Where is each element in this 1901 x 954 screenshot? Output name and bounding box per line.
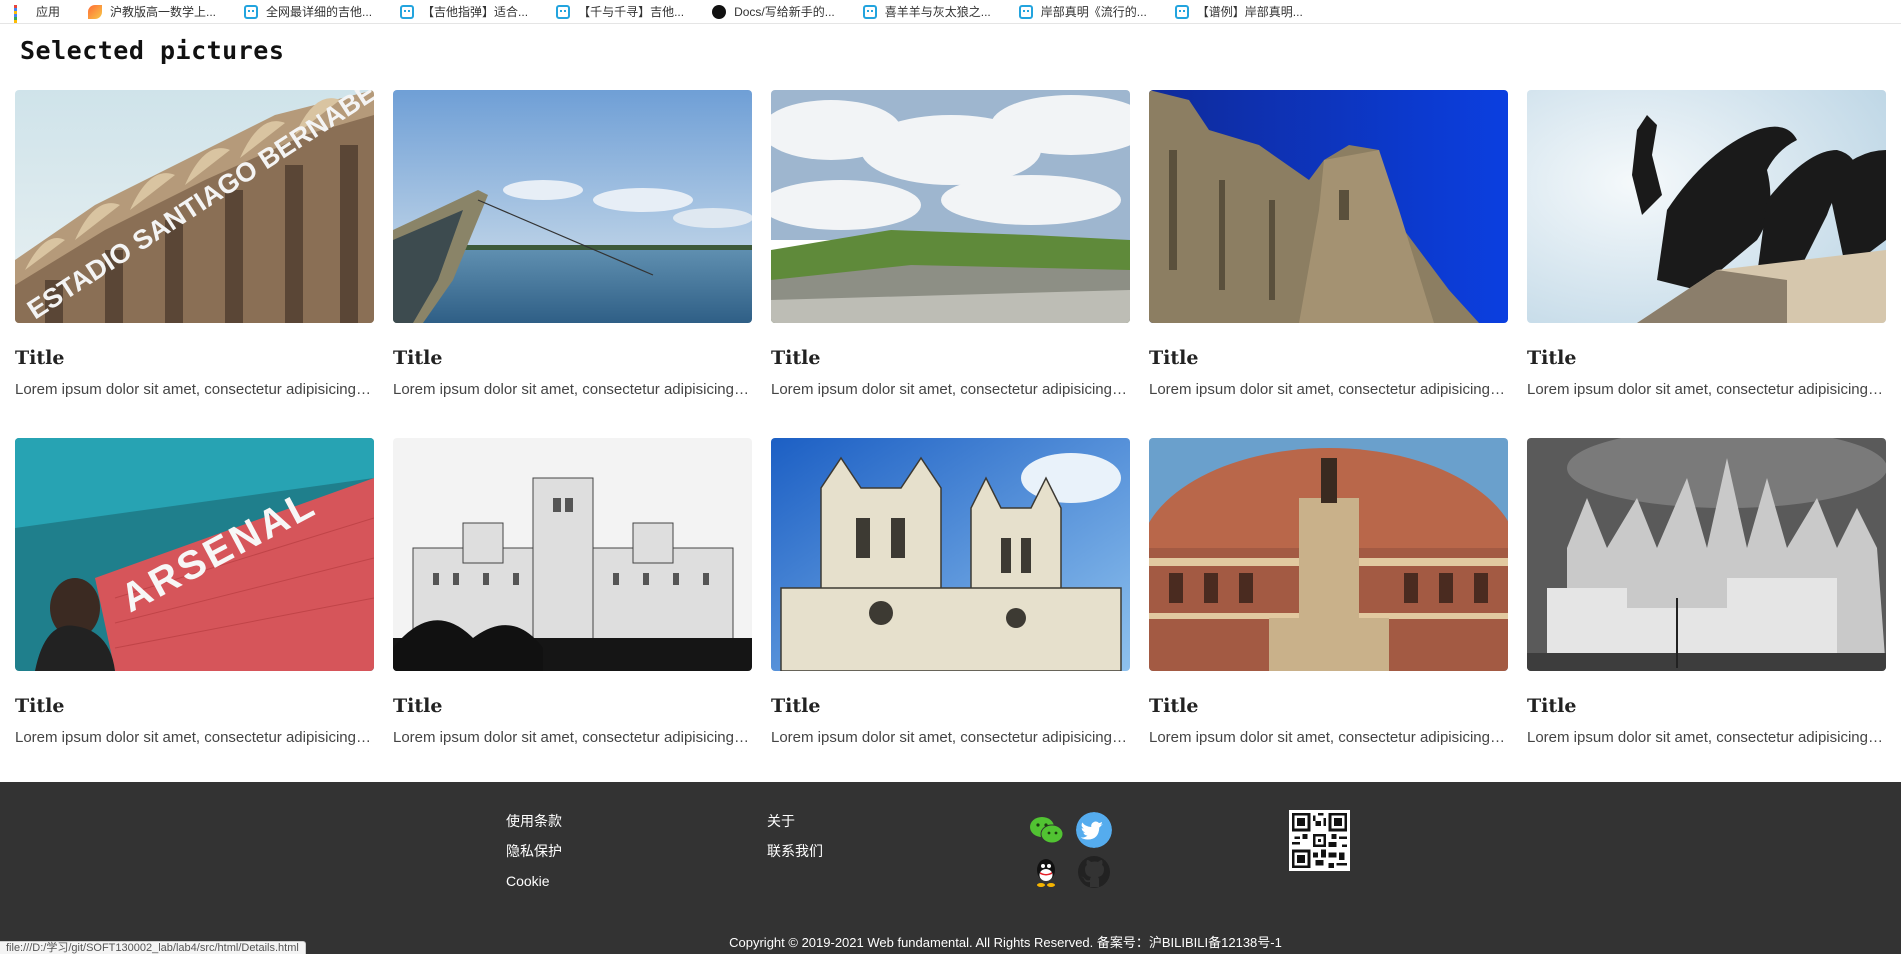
card-description: Lorem ipsum dolor sit amet, consectetur … xyxy=(1149,729,1508,746)
bookmark-label: 【谱例】岸部真明... xyxy=(1196,5,1303,19)
github-icon[interactable] xyxy=(1076,854,1112,890)
arsenal-stadium-photo[interactable]: ARSENAL xyxy=(15,438,374,671)
horse-statue-photo[interactable] xyxy=(1527,90,1886,323)
bookmark-label: 喜羊羊与灰太狼之... xyxy=(884,5,991,19)
footer-links-legal: 使用条款 隐私保护 Cookie xyxy=(506,812,562,902)
card-description: Lorem ipsum dolor sit amet, consectetur … xyxy=(15,381,374,398)
bookmarks-bar: 应用 沪教版高一数学上... 全网最详细的吉他... 【吉他指弹】适合... 【… xyxy=(0,0,1901,24)
bookmark-label: Docs/写给新手的... xyxy=(734,5,835,19)
boat-sea-photo[interactable] xyxy=(393,90,752,323)
wechat-icon[interactable] xyxy=(1028,812,1064,848)
bookmark-item[interactable]: 【谱例】岸部真明... xyxy=(1174,3,1303,20)
gallery-card[interactable]: Title Lorem ipsum dolor sit amet, consec… xyxy=(393,438,752,786)
bilibili-icon xyxy=(556,4,571,19)
card-description: Lorem ipsum dolor sit amet, consectetur … xyxy=(1149,381,1508,398)
card-title: Title xyxy=(771,347,821,369)
bilibili-icon xyxy=(1018,4,1033,19)
qq-icon[interactable] xyxy=(1028,854,1064,890)
bookmark-label: 岸部真明《流行的... xyxy=(1040,5,1147,19)
card-description: Lorem ipsum dolor sit amet, consectetur … xyxy=(15,729,374,746)
bookmark-apps[interactable]: 应用 xyxy=(14,3,61,23)
card-description: Lorem ipsum dolor sit amet, consectetur … xyxy=(393,729,752,746)
gothic-abbey-photo[interactable] xyxy=(771,438,1130,671)
card-title: Title xyxy=(393,347,443,369)
bookmark-label: 【吉他指弹】适合... xyxy=(422,5,529,19)
bilibili-icon xyxy=(862,4,877,19)
leaf-icon xyxy=(88,4,103,19)
card-title: Title xyxy=(1527,347,1577,369)
gallery-card[interactable]: Title Lorem ipsum dolor sit amet, consec… xyxy=(1527,90,1886,438)
gallery-card[interactable]: ESTADIO SANTIAGO BERNABEU Title Lorem ip… xyxy=(15,90,374,438)
card-description: Lorem ipsum dolor sit amet, consectetur … xyxy=(1527,381,1886,398)
bookmark-label: 应用 xyxy=(36,5,61,19)
page-title: Selected pictures xyxy=(20,36,285,65)
cathedral-bw-photo[interactable] xyxy=(1527,438,1886,671)
gallery-card[interactable]: Title Lorem ipsum dolor sit amet, consec… xyxy=(393,90,752,438)
site-footer: 使用条款 隐私保护 Cookie 关于 联系我们 Copyright © 201… xyxy=(0,782,1901,954)
card-title: Title xyxy=(15,347,65,369)
social-icons xyxy=(1028,812,1112,890)
picture-gallery: ESTADIO SANTIAGO BERNABEU Title Lorem ip… xyxy=(15,90,1887,786)
bookmark-label: 沪教版高一数学上... xyxy=(110,5,217,19)
card-description: Lorem ipsum dolor sit amet, consectetur … xyxy=(771,729,1130,746)
palace-bw-photo[interactable] xyxy=(393,438,752,671)
terms-link[interactable]: 使用条款 xyxy=(506,812,562,842)
contact-link[interactable]: 联系我们 xyxy=(767,842,823,872)
card-title: Title xyxy=(771,695,821,717)
gallery-card[interactable]: Title Lorem ipsum dolor sit amet, consec… xyxy=(1149,438,1508,786)
card-title: Title xyxy=(1149,695,1199,717)
bookmark-item[interactable]: 【千与千寻】吉他... xyxy=(556,3,684,20)
apps-icon xyxy=(14,4,28,23)
bookmark-label: 全网最详细的吉他... xyxy=(266,5,373,19)
card-description: Lorem ipsum dolor sit amet, consectetur … xyxy=(771,381,1130,398)
royal-hall-photo[interactable] xyxy=(1149,438,1508,671)
stadium-photo[interactable]: ESTADIO SANTIAGO BERNABEU xyxy=(15,90,374,323)
bookmark-item[interactable]: 【吉他指弹】适合... xyxy=(400,3,528,20)
gallery-card[interactable]: Title Lorem ipsum dolor sit amet, consec… xyxy=(771,438,1130,786)
cookie-link[interactable]: Cookie xyxy=(506,872,562,902)
card-description: Lorem ipsum dolor sit amet, consectetur … xyxy=(1527,729,1886,746)
github-icon xyxy=(712,4,727,19)
castle-wall-photo[interactable] xyxy=(1149,90,1508,323)
gallery-card[interactable]: Title Lorem ipsum dolor sit amet, consec… xyxy=(1149,90,1508,438)
bilibili-icon xyxy=(400,4,415,19)
landscape-clouds-photo[interactable] xyxy=(771,90,1130,323)
bookmark-item[interactable]: 喜羊羊与灰太狼之... xyxy=(862,3,991,20)
card-title: Title xyxy=(1149,347,1199,369)
bookmark-label: 【千与千寻】吉他... xyxy=(578,5,685,19)
bookmark-item[interactable]: 全网最详细的吉他... xyxy=(244,3,372,20)
about-link[interactable]: 关于 xyxy=(767,812,823,842)
qr-code xyxy=(1289,810,1350,871)
twitter-icon[interactable] xyxy=(1076,812,1112,848)
gallery-card[interactable]: Title Lorem ipsum dolor sit amet, consec… xyxy=(771,90,1130,438)
status-bar-url: file:///D:/学习/git/SOFT130002_lab/lab4/sr… xyxy=(0,941,306,954)
bilibili-icon xyxy=(1174,4,1189,19)
card-title: Title xyxy=(393,695,443,717)
card-description: Lorem ipsum dolor sit amet, consectetur … xyxy=(393,381,752,398)
gallery-card[interactable]: ARSENAL Title Lorem ipsum dolor sit amet… xyxy=(15,438,374,786)
footer-links-about: 关于 联系我们 xyxy=(767,812,823,872)
card-title: Title xyxy=(15,695,65,717)
bookmark-item[interactable]: 岸部真明《流行的... xyxy=(1018,3,1147,20)
gallery-card[interactable]: Title Lorem ipsum dolor sit amet, consec… xyxy=(1527,438,1886,786)
privacy-link[interactable]: 隐私保护 xyxy=(506,842,562,872)
bookmark-item[interactable]: 沪教版高一数学上... xyxy=(88,3,216,20)
bilibili-icon xyxy=(244,4,259,19)
bookmark-item[interactable]: Docs/写给新手的... xyxy=(712,3,835,20)
card-title: Title xyxy=(1527,695,1577,717)
